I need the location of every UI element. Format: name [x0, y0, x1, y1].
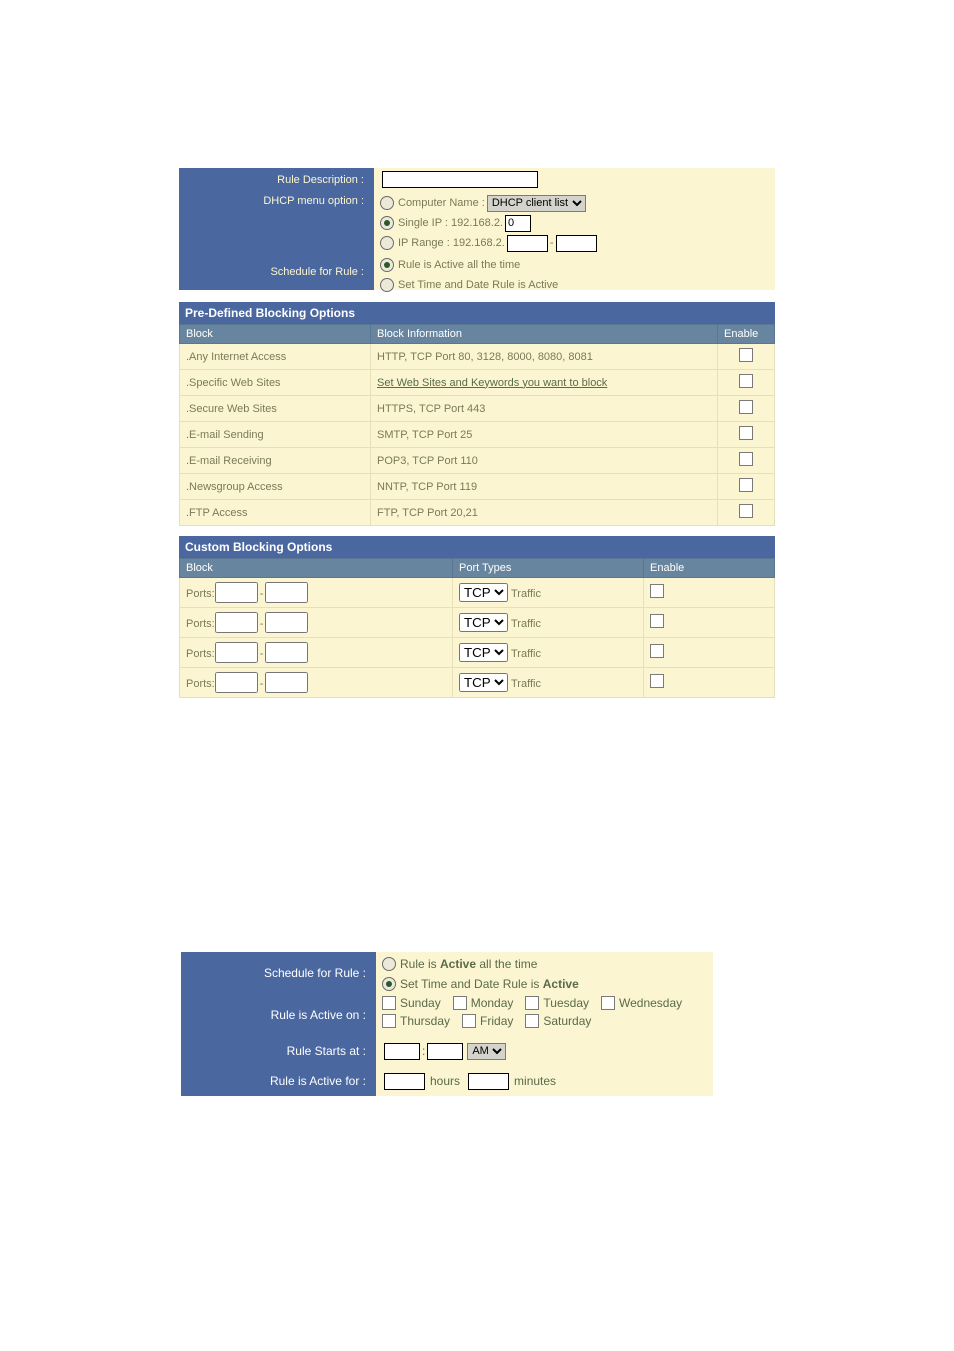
table-row: Ports:- TCPTraffic	[180, 578, 775, 608]
table-row: .E-mail SendingSMTP, TCP Port 25	[180, 422, 775, 448]
day-wednesday-checkbox[interactable]	[601, 996, 615, 1010]
custom-enable-checkbox-0[interactable]	[650, 584, 664, 598]
rule-settings-panel: Rule Description : DHCP menu option : Co…	[179, 168, 775, 290]
ip-range-separator: -	[550, 237, 554, 249]
start-hour-input[interactable]	[384, 1043, 420, 1060]
computer-name-label: Computer Name :	[398, 197, 485, 209]
port-from-input-0[interactable]	[215, 582, 258, 603]
single-ip-input[interactable]	[505, 215, 531, 232]
table-row: Ports:- TCPTraffic	[180, 608, 775, 638]
ip-range-from-input[interactable]	[507, 235, 548, 252]
schedule-for-rule-label: Schedule for Rule :	[179, 253, 374, 290]
enable-checkbox-6[interactable]	[739, 504, 753, 518]
rule-active-on-label: Rule is Active on :	[181, 994, 376, 1036]
specific-web-sites-link[interactable]: Set Web Sites and Keywords you want to b…	[377, 377, 607, 389]
rule-active-always-label: Rule is Active all the time	[398, 259, 520, 271]
table-row: .Specific Web SitesSet Web Sites and Key…	[180, 370, 775, 396]
ip-range-radio[interactable]	[380, 236, 394, 250]
predefined-blocking-table: Block Block Information Enable .Any Inte…	[179, 324, 775, 526]
rule-set-time-radio[interactable]	[380, 278, 394, 292]
custom-hdr-block: Block	[180, 559, 453, 578]
custom-blocking-panel: Custom Blocking Options Block Port Types…	[179, 536, 775, 698]
enable-checkbox-5[interactable]	[739, 478, 753, 492]
predef-hdr-info: Block Information	[371, 325, 718, 344]
ampm-select[interactable]: AM	[467, 1043, 506, 1060]
port-to-input-0[interactable]	[265, 582, 308, 603]
custom-hdr-enable: Enable	[644, 559, 775, 578]
table-row: .Secure Web SitesHTTPS, TCP Port 443	[180, 396, 775, 422]
table-row: .FTP AccessFTP, TCP Port 20,21	[180, 500, 775, 526]
table-row: .Any Internet AccessHTTP, TCP Port 80, 3…	[180, 344, 775, 370]
port-from-input-3[interactable]	[215, 672, 258, 693]
single-ip-label: Single IP : 192.168.2.	[398, 217, 503, 229]
day-saturday-checkbox[interactable]	[525, 1014, 539, 1028]
rule-active-always-radio-2[interactable]	[382, 957, 396, 971]
custom-enable-checkbox-3[interactable]	[650, 674, 664, 688]
enable-checkbox-2[interactable]	[739, 400, 753, 414]
schedule-settings-panel: Schedule for Rule : Rule is Active all t…	[181, 952, 713, 1096]
predefined-blocking-title: Pre-Defined Blocking Options	[179, 302, 775, 324]
day-thursday-checkbox[interactable]	[382, 1014, 396, 1028]
rule-starts-at-label: Rule Starts at :	[181, 1036, 376, 1066]
predef-hdr-enable: Enable	[718, 325, 775, 344]
port-to-input-1[interactable]	[265, 612, 308, 633]
port-to-input-3[interactable]	[265, 672, 308, 693]
rule-set-time-radio-2[interactable]	[382, 977, 396, 991]
day-sunday-checkbox[interactable]	[382, 996, 396, 1010]
table-row: Ports:- TCPTraffic	[180, 638, 775, 668]
ip-range-label: IP Range : 192.168.2.	[398, 237, 505, 249]
port-type-select-3[interactable]: TCP	[459, 673, 508, 692]
port-type-select-2[interactable]: TCP	[459, 643, 508, 662]
schedule-for-rule-label-2: Schedule for Rule :	[181, 952, 376, 994]
rule-description-label: Rule Description :	[179, 168, 374, 191]
port-from-input-1[interactable]	[215, 612, 258, 633]
table-row: .Newsgroup AccessNNTP, TCP Port 119	[180, 474, 775, 500]
enable-checkbox-4[interactable]	[739, 452, 753, 466]
port-type-select-0[interactable]: TCP	[459, 583, 508, 602]
day-tuesday-checkbox[interactable]	[525, 996, 539, 1010]
computer-name-radio[interactable]	[380, 196, 394, 210]
custom-enable-checkbox-2[interactable]	[650, 644, 664, 658]
enable-checkbox-3[interactable]	[739, 426, 753, 440]
ip-range-to-input[interactable]	[556, 235, 597, 252]
custom-enable-checkbox-1[interactable]	[650, 614, 664, 628]
computer-name-select[interactable]: DHCP client list	[487, 195, 586, 212]
custom-blocking-table: Block Port Types Enable Ports:- TCPTraff…	[179, 558, 775, 698]
table-row: .E-mail ReceivingPOP3, TCP Port 110	[180, 448, 775, 474]
day-friday-checkbox[interactable]	[462, 1014, 476, 1028]
table-row: Ports:- TCPTraffic	[180, 668, 775, 698]
rule-active-always-radio[interactable]	[380, 258, 394, 272]
enable-checkbox-0[interactable]	[739, 348, 753, 362]
rule-set-time-label: Set Time and Date Rule is Active	[398, 279, 558, 291]
rule-description-input[interactable]	[382, 171, 538, 188]
active-minutes-input[interactable]	[468, 1073, 509, 1090]
custom-blocking-title: Custom Blocking Options	[179, 536, 775, 558]
start-minute-input[interactable]	[427, 1043, 463, 1060]
enable-checkbox-1[interactable]	[739, 374, 753, 388]
port-from-input-2[interactable]	[215, 642, 258, 663]
port-type-select-1[interactable]: TCP	[459, 613, 508, 632]
single-ip-radio[interactable]	[380, 216, 394, 230]
dhcp-option-label: DHCP menu option :	[179, 191, 374, 253]
port-to-input-2[interactable]	[265, 642, 308, 663]
predefined-blocking-panel: Pre-Defined Blocking Options Block Block…	[179, 302, 775, 526]
day-monday-checkbox[interactable]	[453, 996, 467, 1010]
custom-hdr-types: Port Types	[453, 559, 644, 578]
predef-hdr-block: Block	[180, 325, 371, 344]
rule-active-for-label: Rule is Active for :	[181, 1066, 376, 1096]
active-hours-input[interactable]	[384, 1073, 425, 1090]
